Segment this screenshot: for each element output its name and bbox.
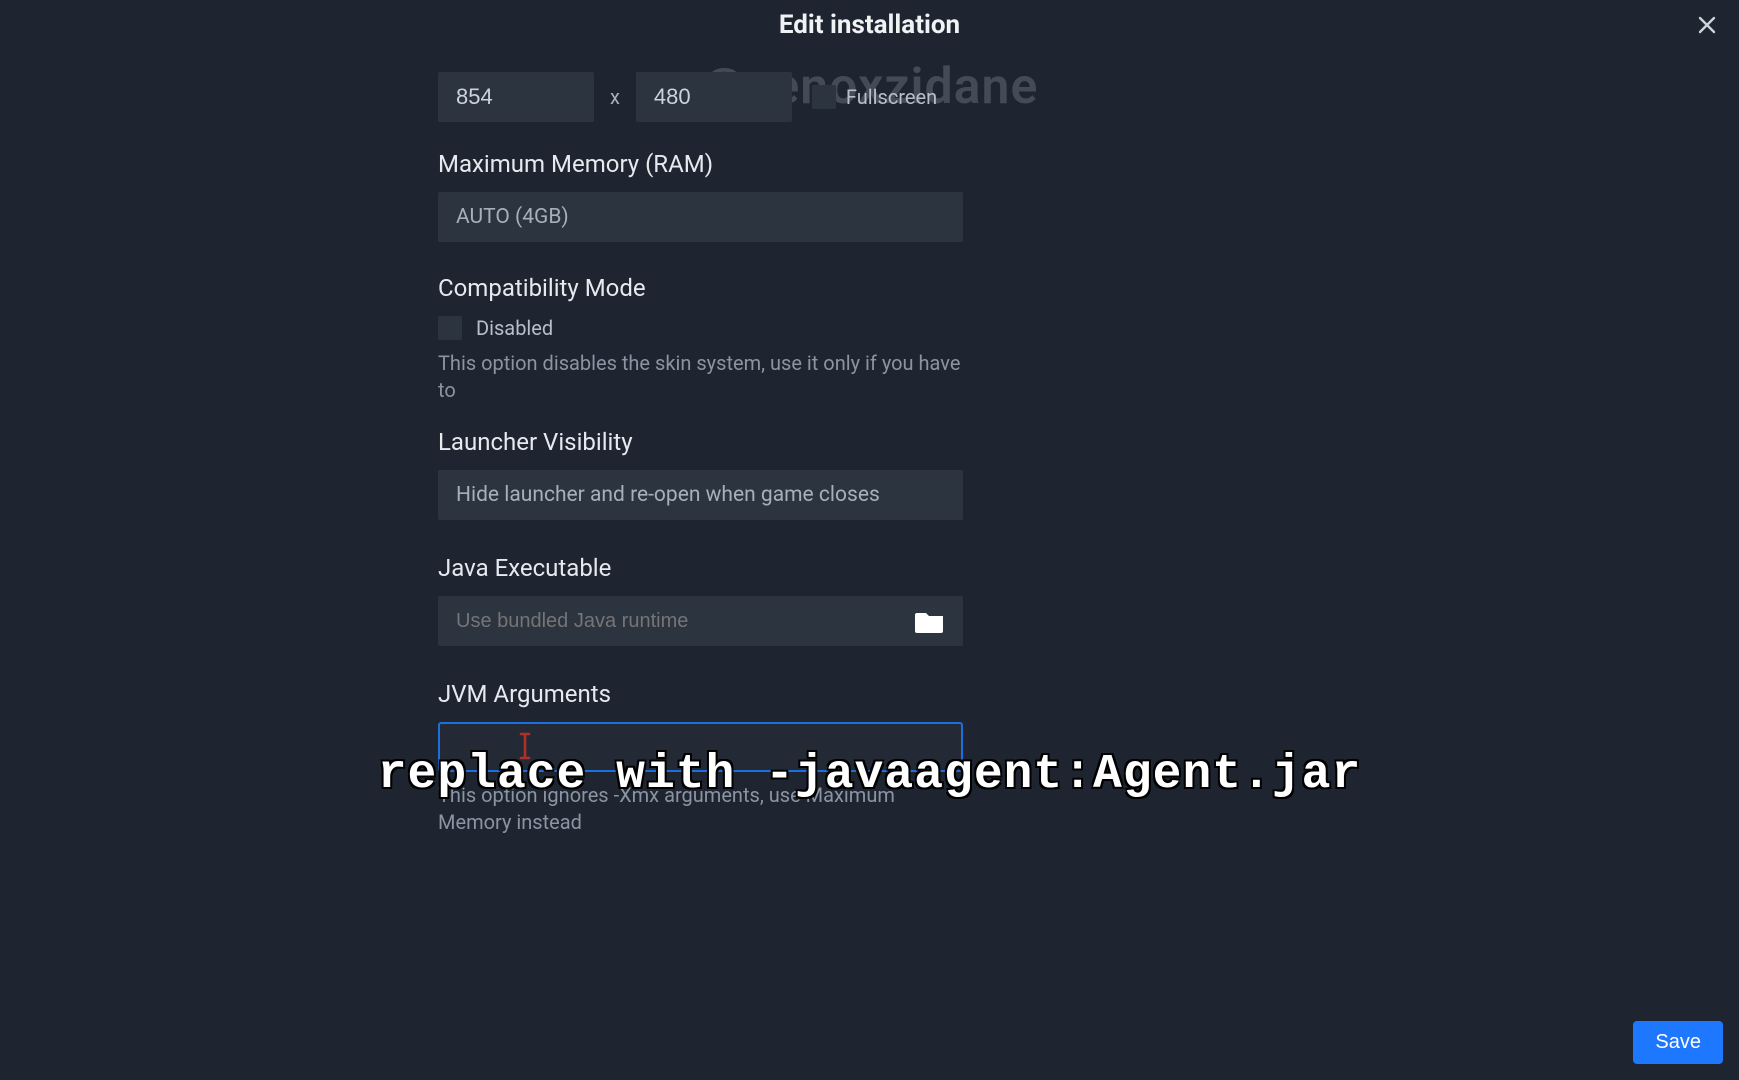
java-exec-field (438, 596, 963, 646)
compat-helper: This option disables the skin system, us… (438, 350, 963, 404)
compat-checkbox[interactable] (438, 316, 462, 340)
fullscreen-checkbox[interactable] (812, 85, 836, 109)
launcher-visibility-select[interactable]: Hide launcher and re-open when game clos… (438, 470, 963, 520)
resolution-row: x Fullscreen (438, 72, 963, 122)
compat-row: Disabled (438, 316, 963, 340)
memory-label: Maximum Memory (RAM) (438, 150, 963, 178)
jvm-args-label: JVM Arguments (438, 680, 963, 708)
modal-title: Edit installation (0, 10, 1739, 40)
resolution-height-input[interactable] (636, 72, 792, 122)
fullscreen-label: Fullscreen (846, 85, 937, 109)
memory-value: AUTO (4GB) (456, 205, 569, 229)
compat-checkbox-label: Disabled (476, 316, 553, 340)
memory-select[interactable]: AUTO (4GB) (438, 192, 963, 242)
jvm-args-input[interactable] (438, 722, 963, 772)
settings-form: x Fullscreen Maximum Memory (RAM) AUTO (… (438, 72, 963, 836)
launcher-visibility-label: Launcher Visibility (438, 428, 963, 456)
compat-label: Compatibility Mode (438, 274, 963, 302)
save-button[interactable]: Save (1633, 1021, 1723, 1064)
resolution-width-input[interactable] (438, 72, 594, 122)
fullscreen-toggle-row: Fullscreen (812, 85, 937, 109)
launcher-visibility-value: Hide launcher and re-open when game clos… (456, 483, 880, 507)
jvm-args-helper: This option ignores -Xmx arguments, use … (438, 782, 918, 836)
resolution-separator: x (608, 85, 622, 109)
close-button[interactable] (1687, 8, 1727, 48)
java-exec-label: Java Executable (438, 554, 963, 582)
edit-installation-modal: Edit installation @zenoxzidane x Fullscr… (0, 0, 1739, 1080)
close-icon (1697, 14, 1717, 42)
folder-icon[interactable] (915, 609, 945, 633)
java-exec-input[interactable] (456, 610, 915, 633)
